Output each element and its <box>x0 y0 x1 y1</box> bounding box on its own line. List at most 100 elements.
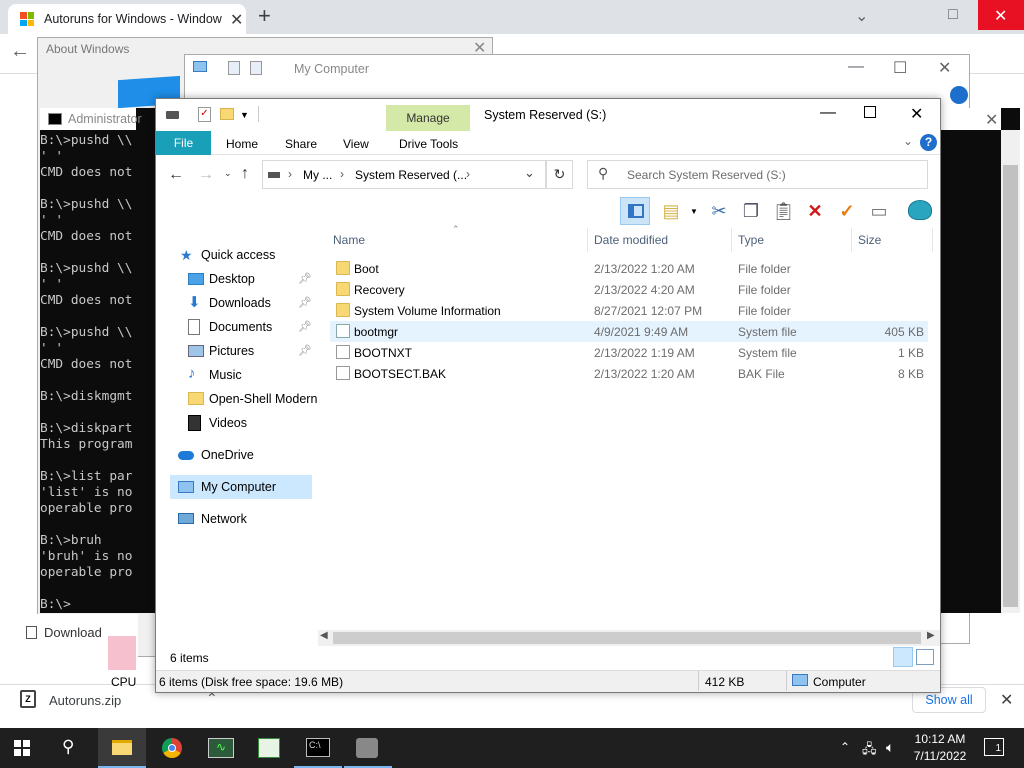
chrome-minimize-button[interactable]: ⌄ <box>855 6 868 26</box>
download-bar-close-icon[interactable]: ✕ <box>1000 690 1013 710</box>
back-arrow-icon[interactable]: ← <box>10 40 30 63</box>
nav-item-videos[interactable]: Videos <box>188 411 312 435</box>
breadcrumb-separator[interactable]: › <box>466 167 470 181</box>
file-row[interactable]: BOOTSECT.BAK 2/13/2022 1:20 AM BAK File … <box>330 363 928 384</box>
file-row[interactable]: Boot 2/13/2022 1:20 AM File folder <box>330 258 928 279</box>
nav-item-pictures[interactable]: Pictures 📌︎ <box>188 339 312 363</box>
scroll-right-icon[interactable]: ▶ <box>927 630 935 641</box>
back-arrow-icon[interactable]: ← <box>168 166 184 184</box>
rename-icon[interactable]: ▭ <box>868 200 890 222</box>
details-view-icon[interactable] <box>893 647 913 667</box>
cmd-scrollbar-thumb[interactable] <box>1003 165 1018 607</box>
close-button[interactable]: ✕ <box>910 104 923 124</box>
nav-item-open-shell[interactable]: Open-Shell Modern <box>188 387 317 411</box>
horizontal-scrollbar-thumb[interactable] <box>333 632 921 644</box>
column-header-size[interactable]: Size <box>858 233 881 247</box>
file-name: BOOTNXT <box>354 346 413 360</box>
tab-home[interactable]: Home <box>226 137 258 151</box>
column-separator[interactable] <box>587 228 588 252</box>
taskbar-app-icon[interactable] <box>356 738 378 758</box>
microsoft-logo-icon <box>20 12 34 26</box>
search-icon[interactable]: ⚲ <box>62 737 74 757</box>
clock-date[interactable]: 7/11/2022 <box>911 749 969 763</box>
taskbar-autoruns-icon[interactable] <box>258 738 280 758</box>
network-icon[interactable]: 🖧︎ <box>862 740 877 762</box>
refresh-button[interactable]: ↻ <box>546 160 573 189</box>
sort-up-icon: ⌃ <box>452 224 460 234</box>
column-header-name[interactable]: Name <box>333 233 365 247</box>
help-icon[interactable]: ? <box>920 134 937 151</box>
nav-item-downloads[interactable]: ⬇ Downloads 📌︎ <box>188 291 312 315</box>
my-computer-close-button[interactable]: ✕ <box>938 58 951 78</box>
address-dropdown-icon[interactable]: ⌄ <box>524 165 535 181</box>
pin-icon: 📌︎ <box>298 273 312 285</box>
properties-check-icon[interactable]: ✓ <box>836 200 858 222</box>
download-file-name[interactable]: Autoruns.zip <box>49 693 121 708</box>
breadcrumb-system-reserved[interactable]: System Reserved (... <box>355 168 467 182</box>
paste-icon[interactable]: 📋︎ <box>772 200 795 222</box>
column-header-type[interactable]: Type <box>738 233 764 247</box>
my-computer-minimize-button[interactable]: — <box>848 58 864 76</box>
copy-icon[interactable]: ❐ <box>740 200 762 222</box>
cmd-close-icon[interactable]: ✕ <box>985 110 998 130</box>
column-header-date[interactable]: Date modified <box>594 233 668 247</box>
help-icon[interactable] <box>950 86 968 104</box>
file-row[interactable]: bootmgr 4/9/2021 9:49 AM System file 405… <box>330 321 928 342</box>
chevron-up-icon[interactable]: ⌃ <box>840 740 850 754</box>
column-separator[interactable] <box>731 228 732 252</box>
file-row[interactable]: Recovery 2/13/2022 4:20 AM File folder <box>330 279 928 300</box>
my-computer-maximize-button[interactable]: ☐ <box>893 58 907 78</box>
nav-item-documents[interactable]: Documents 📌︎ <box>188 315 312 339</box>
nav-item-network[interactable]: Network <box>178 507 312 531</box>
forward-arrow-icon[interactable]: → <box>198 166 214 184</box>
notification-icon[interactable]: 1 <box>984 738 1004 756</box>
dropdown-icon[interactable]: ▼ <box>690 207 698 216</box>
clock-time[interactable]: 10:12 AM <box>911 732 969 746</box>
column-separator[interactable] <box>932 228 933 252</box>
nav-item-desktop[interactable]: Desktop 📌︎ <box>188 267 312 291</box>
scroll-left-icon[interactable]: ◀ <box>320 630 328 641</box>
chrome-maximize-button[interactable]: □ <box>948 6 958 24</box>
customize-qat-icon[interactable]: ▼ <box>240 110 249 120</box>
new-folder-icon[interactable] <box>220 108 234 120</box>
tab-view[interactable]: View <box>343 137 369 151</box>
taskbar-file-explorer-icon[interactable] <box>98 728 146 768</box>
nav-item-my-computer[interactable]: My Computer <box>178 475 312 499</box>
nav-item-onedrive[interactable]: OneDrive <box>178 443 312 467</box>
maximize-button[interactable] <box>864 106 876 118</box>
taskbar-task-manager-icon[interactable]: ∿ <box>208 738 234 758</box>
chrome-close-button[interactable]: ✕ <box>978 0 1024 30</box>
volume-icon[interactable]: 🔈︎ <box>886 739 894 756</box>
folder-options-icon[interactable]: ▤ <box>660 200 682 222</box>
column-separator[interactable] <box>851 228 852 252</box>
cut-icon[interactable]: ✂ <box>708 200 730 222</box>
delete-icon[interactable]: ✕ <box>804 200 826 222</box>
tab-file[interactable]: File <box>156 131 211 155</box>
minimize-button[interactable]: — <box>820 104 836 122</box>
properties-icon[interactable] <box>228 61 240 75</box>
properties-icon[interactable]: ✓ <box>198 107 211 122</box>
new-tab-button[interactable]: + <box>258 3 271 29</box>
breadcrumb-separator[interactable]: › <box>288 167 292 181</box>
tab-drive-tools[interactable]: Drive Tools <box>399 137 458 151</box>
file-row[interactable]: System Volume Information 8/27/2021 12:0… <box>330 300 928 321</box>
taskbar-chrome-icon[interactable] <box>162 738 182 758</box>
nav-quick-access[interactable]: Quick access <box>201 248 275 262</box>
file-row[interactable]: BOOTNXT 2/13/2022 1:19 AM System file 1 … <box>330 342 928 363</box>
large-icons-view-icon[interactable] <box>916 649 934 665</box>
windows-start-icon[interactable] <box>14 740 30 756</box>
up-arrow-icon[interactable]: ↑ <box>241 165 249 183</box>
navigation-pane-toggle-icon[interactable] <box>620 197 650 225</box>
tab-share[interactable]: Share <box>285 137 317 151</box>
taskbar-cmd-icon[interactable]: C:\ <box>306 738 330 757</box>
cmd-output[interactable]: B:\>pushd \\ ' ' CMD does not B:\>pushd … <box>40 133 138 613</box>
recent-locations-icon[interactable]: ⌄ <box>224 168 232 179</box>
tab-close-icon[interactable]: ✕ <box>230 10 243 30</box>
breadcrumb-my-computer[interactable]: My ... <box>303 168 332 182</box>
nav-item-music[interactable]: ♪ Music <box>188 363 312 387</box>
open-shell-icon[interactable] <box>908 200 932 220</box>
new-folder-icon[interactable] <box>250 61 262 75</box>
breadcrumb-separator[interactable]: › <box>340 167 344 181</box>
chrome-tab-autoruns[interactable]: Autoruns for Windows - Windows Sysintern… <box>8 4 246 34</box>
expand-ribbon-icon[interactable]: ⌄ <box>903 134 913 148</box>
